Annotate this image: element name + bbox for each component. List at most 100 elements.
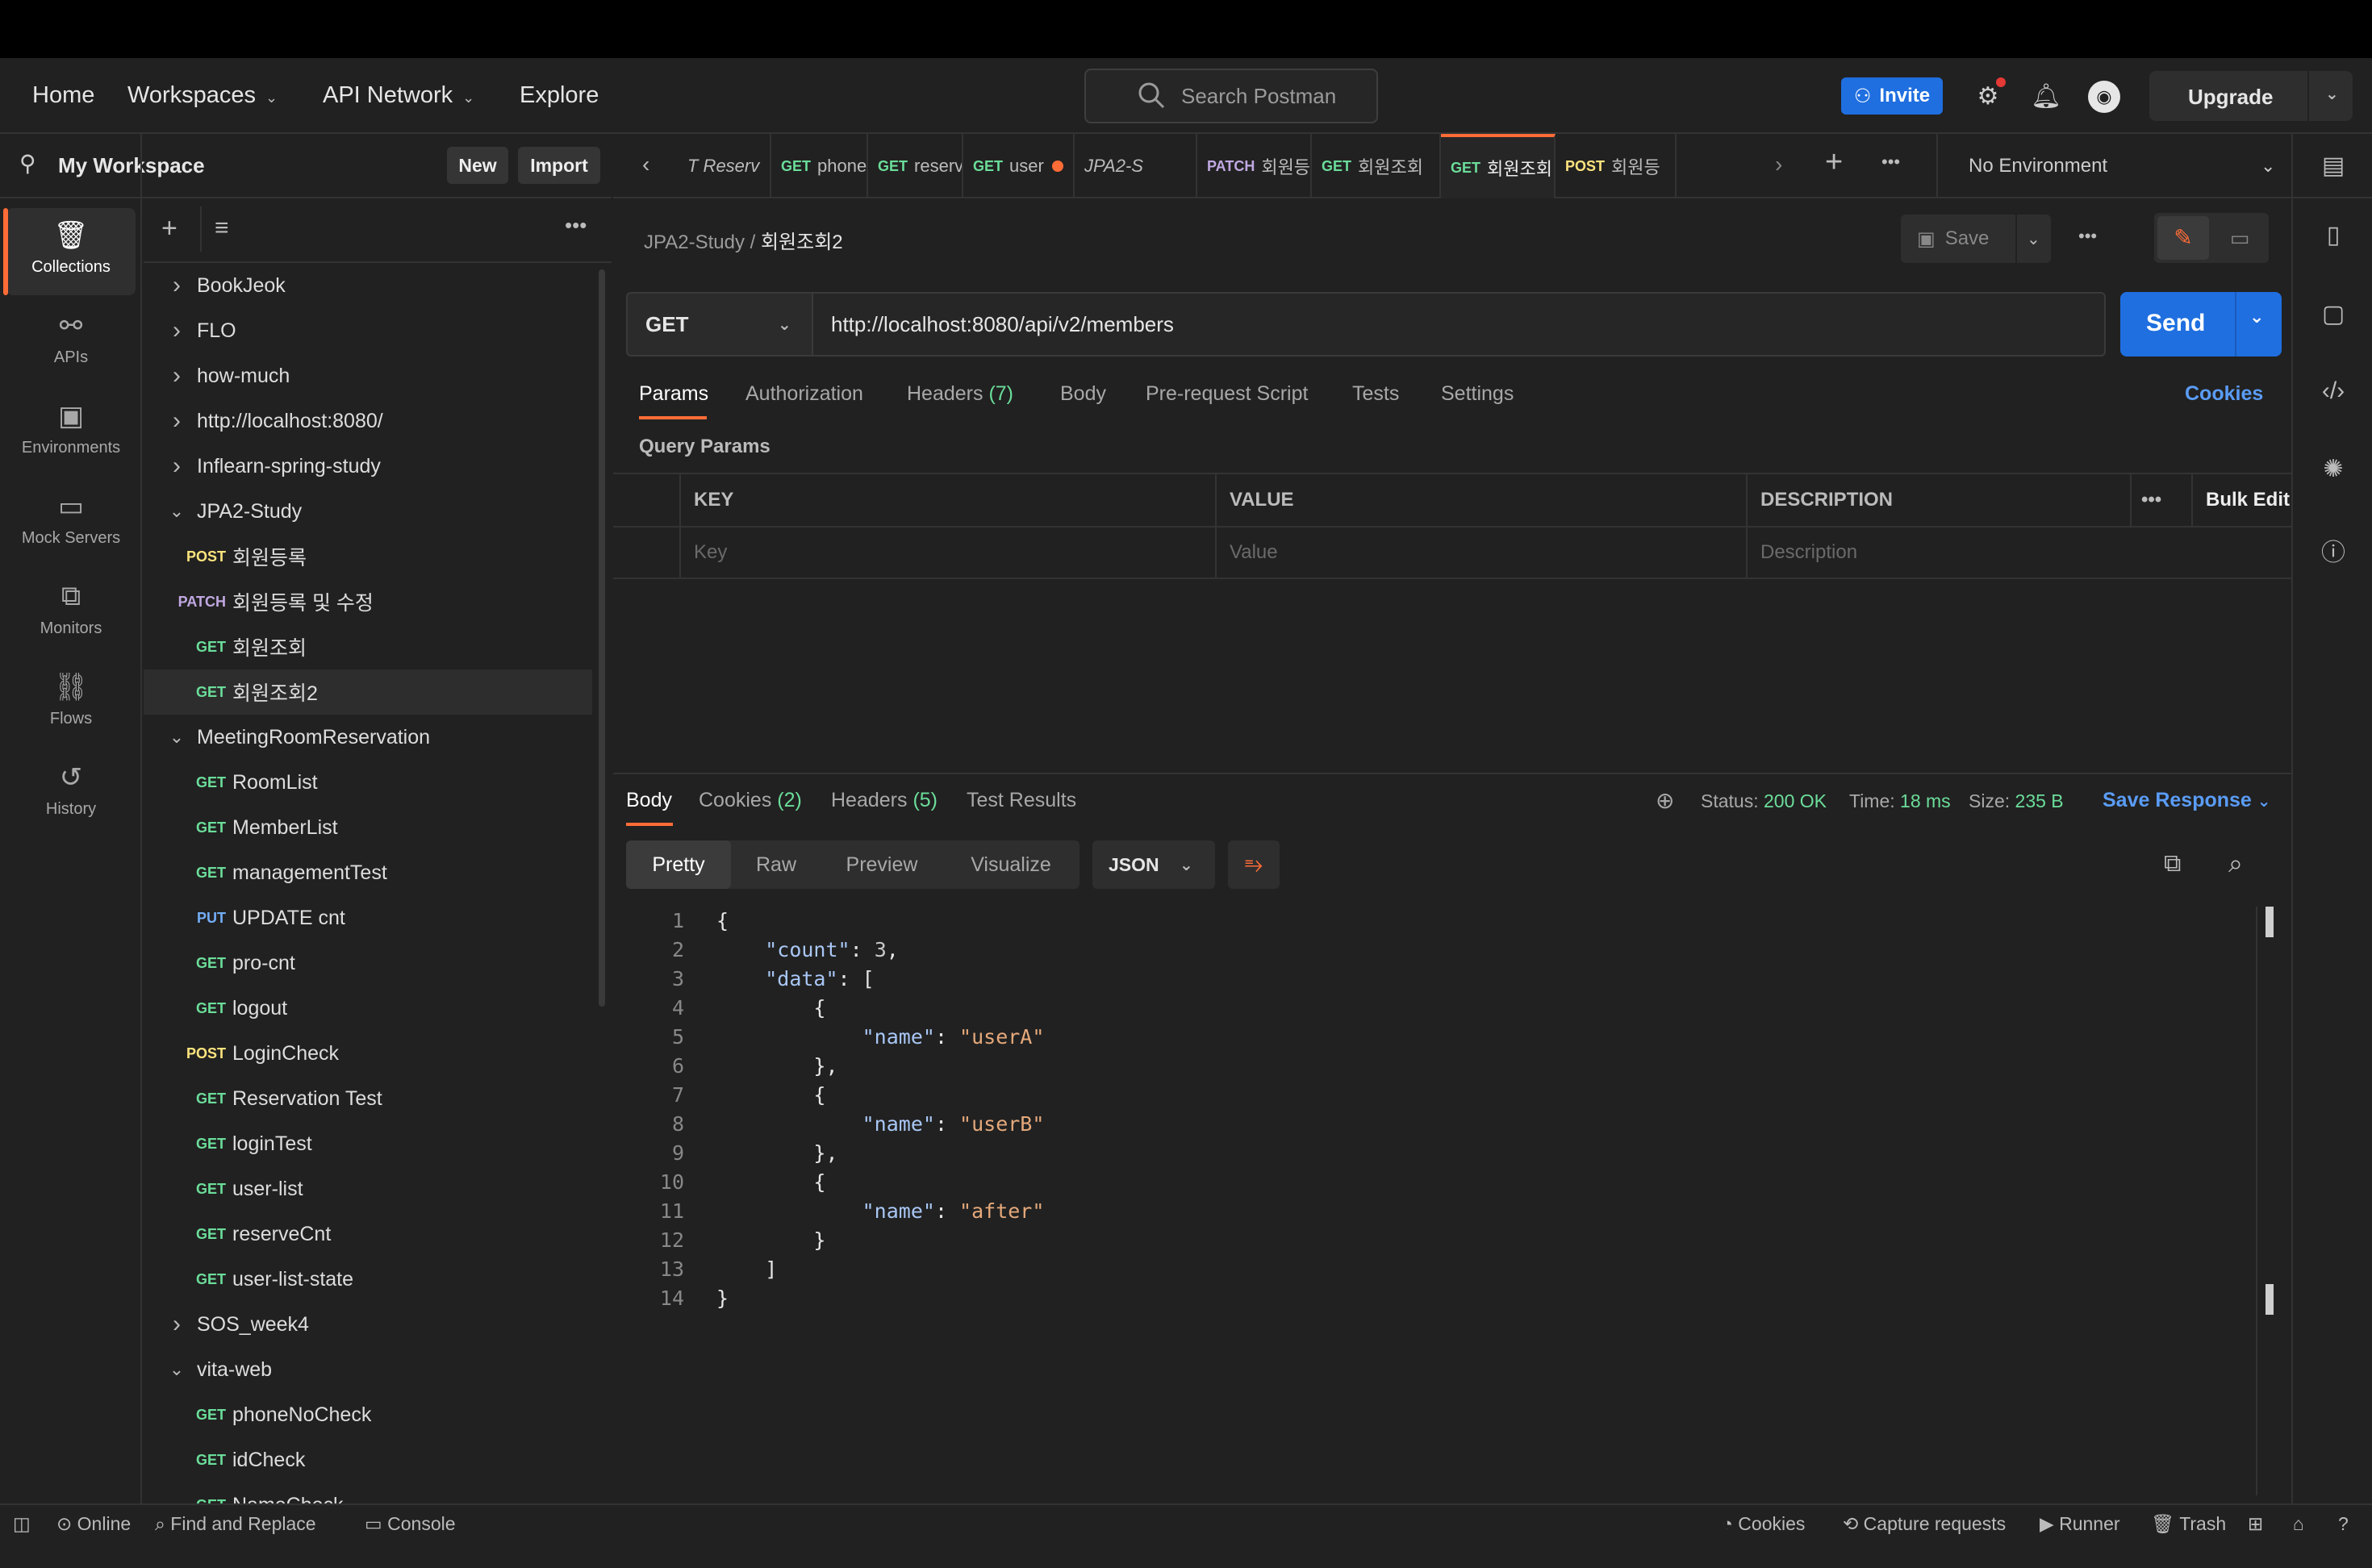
chevron-left-icon[interactable]: ‹ [642,152,649,177]
capture-requests-button[interactable]: ⟲ Capture requests [1843,1513,2006,1535]
collection-folder[interactable]: › how-much [144,353,592,398]
rail-flows[interactable]: ⛓ Flows [6,660,136,747]
rail-environments[interactable]: ▣ Environments [6,389,136,476]
plus-icon[interactable]: + [161,213,177,244]
comments-icon[interactable]: ▢ [2317,300,2349,328]
edit-icon[interactable]: ✎ [2157,216,2209,260]
bell-icon[interactable]: 🔔︎ [2030,81,2062,113]
send-button[interactable]: Send ⌄ [2120,292,2282,357]
tab-settings[interactable]: Settings [1441,382,1514,406]
response-tab-test-results[interactable]: Test Results [967,789,1076,812]
collection-folder[interactable]: › Inflearn-spring-study [144,444,592,489]
filter-icon[interactable]: ≡ [215,215,229,242]
request-tab[interactable]: GET phoneN [771,134,868,198]
more-icon[interactable]: ••• [1881,152,1900,173]
format-select[interactable]: JSON ⌄ [1092,840,1215,889]
chevron-down-icon[interactable]: ⌄ [2325,84,2339,104]
rail-mock-servers[interactable]: ▭ Mock Servers [6,479,136,566]
collection-folder[interactable]: ⌄ vita-web [144,1347,592,1392]
request-item[interactable]: GET RoomList [144,760,592,805]
status-readout[interactable]: Status: 200 OK [1701,790,1827,812]
filter-input[interactable] [252,213,697,250]
nav-explore[interactable]: Explore [520,82,599,109]
sidebar-scrollbar[interactable] [599,269,605,1007]
request-tab[interactable]: T Reserv [678,134,771,198]
nav-workspaces[interactable]: Workspaces ⌄ [127,82,278,109]
rail-collections[interactable]: 🗑︎ Collections [3,208,136,295]
chevron-down-icon[interactable]: ⌄ [157,501,197,522]
settings-icon[interactable]: ⚙ [1972,77,2006,113]
comment-icon[interactable]: ▭ [2214,216,2266,260]
cookies-link[interactable]: Cookies [2185,382,2263,406]
info-icon[interactable]: ⓘ [2317,532,2349,568]
response-tab-cookies[interactable]: Cookies (2) [699,789,802,812]
request-tab[interactable]: GET user [963,134,1075,198]
search-box[interactable]: Search Postman [1084,69,1378,123]
key-input[interactable]: Key [679,528,1215,579]
chevron-down-icon[interactable]: ⌄ [157,1359,197,1380]
collection-folder[interactable]: › SOS_week4 [144,1302,592,1347]
request-item[interactable]: GET loginTest [144,1121,592,1166]
tab-params[interactable]: Params [639,382,708,406]
request-item[interactable]: GET Reservation Test [144,1076,592,1121]
request-item[interactable]: GET MemberList [144,805,592,850]
documentation-icon[interactable]: ▯ [2317,221,2349,249]
rail-history[interactable]: ↺ History [6,750,136,837]
chevron-down-icon[interactable]: ⌄ [2027,229,2040,249]
response-body-editor[interactable]: 1{2 "count": 3, 3 "data": [4 {5 "name": "… [629,907,2243,1326]
globe-icon[interactable]: ⊕ [1656,787,1674,814]
plus-icon[interactable]: + [1825,145,1843,180]
request-item[interactable]: GET reserveCnt [144,1211,592,1257]
request-tab[interactable]: JPA2-S [1075,134,1197,198]
view-raw[interactable]: Raw [731,840,821,889]
chevron-right-icon[interactable]: › [157,452,197,480]
description-input[interactable]: Description [1746,528,2291,579]
request-item[interactable]: GET phoneNoCheck [144,1392,592,1437]
chevron-down-icon[interactable]: ⌄ [157,727,197,748]
request-item[interactable]: PUT UPDATE cnt [144,895,592,940]
import-button[interactable]: Import [518,147,600,184]
request-item[interactable]: GET 회원조회2 [144,669,592,715]
wrap-lines-icon[interactable]: ⥱ [1228,840,1280,889]
save-button[interactable]: ▣ Save ⌄ [1901,215,2051,263]
view-pretty[interactable]: Pretty [626,840,731,889]
chevron-right-icon[interactable]: › [157,317,197,344]
copy-icon[interactable]: ⧉ [2164,850,2181,878]
search-icon[interactable]: ⌕ [2228,849,2243,879]
request-tab[interactable]: PATCH 회원등 [1197,134,1312,198]
bootcamp-icon[interactable]: ⌂ [2293,1513,2304,1535]
url-input[interactable]: http://localhost:8080/api/v2/members [812,292,2106,357]
request-item[interactable]: GET 회원조회 [144,624,592,669]
chevron-right-icon[interactable]: › [1775,152,1782,177]
rail-monitors[interactable]: ⧉ Monitors [6,569,136,657]
view-visualize[interactable]: Visualize [942,840,1080,889]
bulk-edit-button[interactable]: Bulk Edit [2191,473,2291,528]
collection-folder[interactable]: › http://localhost:8080/ [144,398,592,444]
lightbulb-icon[interactable]: ✺ [2317,455,2349,483]
size-readout[interactable]: Size: 235 B [1969,790,2064,812]
rail-apis[interactable]: ⚯ APIs [6,298,136,386]
request-tab[interactable]: POST 회원등 [1556,134,1677,198]
request-tab[interactable]: GET 회원조회 [1441,134,1556,198]
more-icon[interactable]: ••• [2078,226,2097,247]
request-tab[interactable]: GET 회원조회 [1312,134,1441,198]
request-item[interactable]: GET idCheck [144,1437,592,1483]
request-item[interactable]: GET user-list-state [144,1257,592,1302]
response-tab-body[interactable]: Body [626,789,672,812]
tab-headers[interactable]: Headers (7) [907,382,1013,406]
online-status[interactable]: ⊙ Online [56,1513,131,1535]
method-select[interactable]: GET ⌄ [626,292,813,357]
chevron-down-icon[interactable]: ⌄ [2249,307,2264,327]
environment-select[interactable]: No Environment ⌄ [1936,134,2291,198]
request-item[interactable]: POST LoginCheck [144,1031,592,1076]
collection-folder[interactable]: › BookJeok [144,263,592,308]
tab-authorization[interactable]: Authorization [745,382,863,406]
chevron-right-icon[interactable]: › [157,362,197,390]
tab-tests[interactable]: Tests [1352,382,1399,406]
request-item[interactable]: GET user-list [144,1166,592,1211]
more-icon[interactable]: ••• [2130,473,2191,528]
time-readout[interactable]: Time: 18 ms [1849,790,1951,812]
environment-quicklook-icon[interactable]: ▤ [2317,152,2349,180]
request-item[interactable]: POST 회원등록 [144,534,592,579]
collection-folder[interactable]: ⌄ MeetingRoomReservation [144,715,592,760]
